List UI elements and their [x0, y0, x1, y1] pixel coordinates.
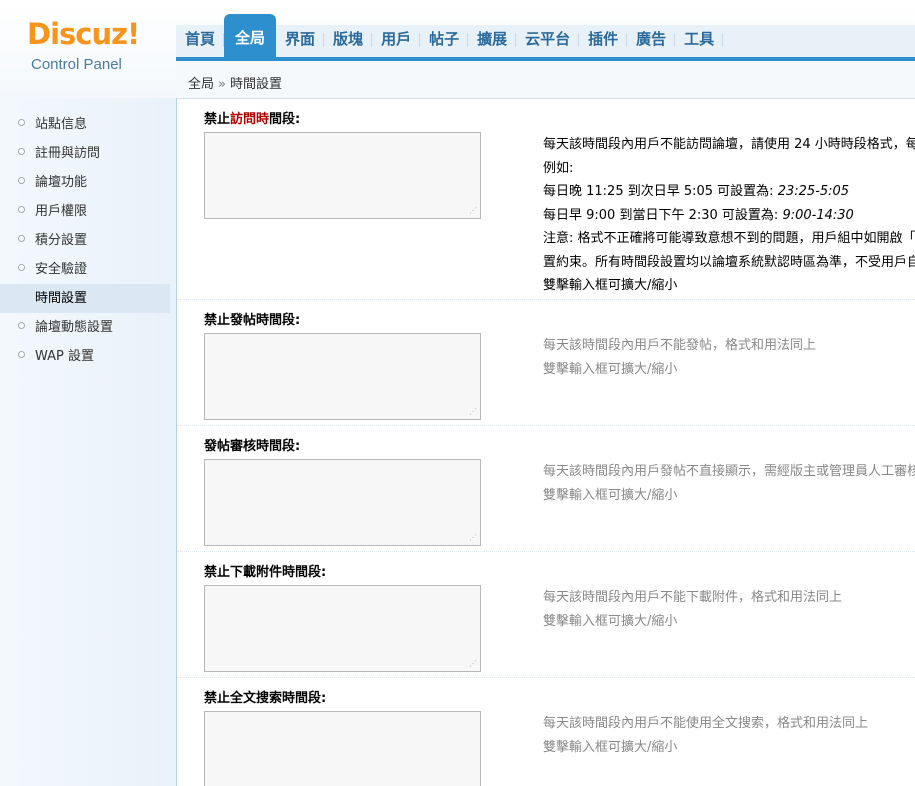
section-moderate: 發帖審核時間段: ⋰ 每天該時間段內用戶發帖不直接顯示，需經版主或管理員人工審核…: [177, 426, 915, 552]
nav-ads[interactable]: 廣告: [627, 25, 676, 57]
main-content: 禁止訪問時間段: ⋰ 每天該時間段內用戶不能訪問論壇，請使用 24 小時時段格式…: [177, 99, 915, 786]
section-description: 每天該時間段內用戶不能發帖，格式和用法同上 雙擊輸入框可擴大/縮小: [543, 338, 817, 377]
visit-ban-periods-input[interactable]: ⋰: [204, 132, 481, 219]
nav-posts[interactable]: 帖子: [420, 25, 469, 57]
logo-subtitle: Control Panel: [31, 56, 122, 73]
sidebar-item-site-info[interactable]: 站點信息: [0, 110, 176, 139]
nav-cloud[interactable]: 云平台: [516, 25, 580, 57]
download-ban-periods-input[interactable]: ⋰: [204, 585, 481, 672]
bullet-icon: [18, 351, 25, 358]
nav-global[interactable]: 全局: [224, 14, 277, 57]
nav-forums[interactable]: 版塊: [324, 25, 373, 57]
bullet-icon: [18, 235, 25, 242]
bullet-icon: [18, 264, 25, 271]
section-description: 每天該時間段內用戶不能訪問論壇，請使用 24 小時時段格式，每 例如: 每日晚 …: [543, 137, 915, 293]
bullet-icon: [18, 148, 25, 155]
section-download: 禁止下載附件時間段: ⋰ 每天該時間段內用戶不能下載附件，格式和用法同上 雙擊輸…: [177, 552, 915, 678]
sidebar-item-register[interactable]: 註冊與訪問: [0, 139, 176, 168]
logo[interactable]: Discuz! Control Panel: [0, 0, 176, 98]
resize-grip-icon[interactable]: ⋰: [469, 660, 477, 668]
section-search: 禁止全文搜索時間段: ⋰ 每天該時間段內用戶不能使用全文搜索，格式和用法同上 雙…: [177, 678, 915, 786]
section-visit: 禁止訪問時間段: ⋰ 每天該時間段內用戶不能訪問論壇，請使用 24 小時時段格式…: [177, 99, 915, 300]
post-moderate-periods-input[interactable]: ⋰: [204, 459, 481, 546]
nav-extensions[interactable]: 擴展: [468, 25, 517, 57]
section-title: 禁止發帖時間段:: [204, 313, 301, 328]
nav-tools[interactable]: 工具: [675, 25, 724, 57]
nav-users[interactable]: 用戶: [372, 25, 421, 57]
sidebar-item-credits[interactable]: 積分設置: [0, 226, 176, 255]
breadcrumb-separator: »: [218, 77, 226, 92]
nav-home[interactable]: 首頁: [176, 25, 225, 57]
bullet-icon: [18, 322, 25, 329]
section-description: 每天該時間段內用戶發帖不直接顯示，需經版主或管理員人工審核 雙擊輸入框可擴大/縮…: [543, 464, 915, 503]
logo-wordmark: Discuz!: [27, 17, 140, 51]
resize-grip-icon[interactable]: ⋰: [469, 534, 477, 542]
header: Discuz! Control Panel 首頁 全局 界面 版塊 用戶 帖子 …: [0, 0, 915, 99]
sidebar-item-time[interactable]: 時間設置: [0, 284, 170, 313]
section-description: 每天該時間段內用戶不能下載附件，格式和用法同上 雙擊輸入框可擴大/縮小: [543, 590, 843, 629]
section-title: 禁止訪問時間段:: [204, 112, 301, 127]
sidebar-item-wap[interactable]: WAP 設置: [0, 342, 176, 371]
top-nav: 首頁 全局 界面 版塊 用戶 帖子 擴展 云平台 插件 廣告 工具: [176, 14, 724, 57]
section-description: 每天該時間段內用戶不能使用全文搜索，格式和用法同上 雙擊輸入框可擴大/縮小: [543, 716, 869, 755]
section-title: 禁止全文搜索時間段:: [204, 691, 327, 706]
sidebar: 站點信息 註冊與訪問 論壇功能 用戶權限 積分設置 安全驗證 時間設置 論壇動態…: [0, 98, 177, 786]
section-title: 發帖審核時間段:: [204, 439, 301, 454]
nav-plugins[interactable]: 插件: [579, 25, 628, 57]
search-ban-periods-input[interactable]: ⋰: [204, 711, 481, 786]
sidebar-item-security[interactable]: 安全驗證: [0, 255, 176, 284]
bullet-icon: [18, 177, 25, 184]
breadcrumb-current: 時間設置: [229, 77, 282, 92]
section-post: 禁止發帖時間段: ⋰ 每天該時間段內用戶不能發帖，格式和用法同上 雙擊輸入框可擴…: [177, 300, 915, 426]
bullet-icon: [18, 119, 25, 126]
resize-grip-icon[interactable]: ⋰: [469, 408, 477, 416]
bullet-icon: [18, 206, 25, 213]
breadcrumb-bar: 全局 » 時間設置: [176, 61, 915, 99]
breadcrumb: 全局 » 時間設置: [188, 73, 282, 92]
nav-interface[interactable]: 界面: [276, 25, 325, 57]
sidebar-item-permissions[interactable]: 用戶權限: [0, 197, 176, 226]
post-ban-periods-input[interactable]: ⋰: [204, 333, 481, 420]
sidebar-item-feed[interactable]: 論壇動態設置: [0, 313, 176, 342]
breadcrumb-root[interactable]: 全局: [188, 77, 214, 92]
sidebar-item-forum-features[interactable]: 論壇功能: [0, 168, 176, 197]
resize-grip-icon[interactable]: ⋰: [469, 207, 477, 215]
section-title: 禁止下載附件時間段:: [204, 565, 327, 580]
